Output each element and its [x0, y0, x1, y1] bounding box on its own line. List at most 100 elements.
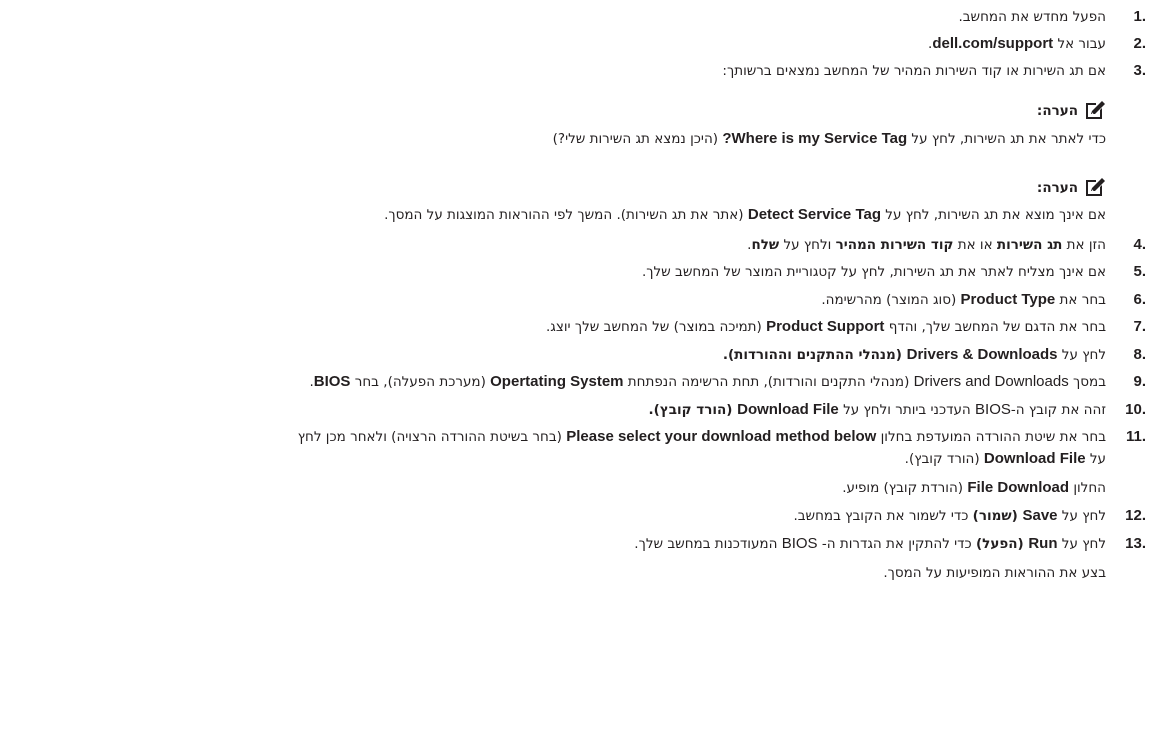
save-translation: (שמור) [972, 508, 1023, 524]
step-number: 10. [1125, 401, 1146, 418]
bios-term: BIOS [781, 535, 818, 552]
step-text-part: הזן את [1062, 237, 1106, 253]
step-2: 2. עבור אל dell.com/support. [928, 35, 1155, 53]
step-text: בחר את הדגם של המחשב שלך, והדף Product S… [546, 318, 1106, 336]
step-text-part: (תמיכה במוצר) של המחשב שלך יוצג. [546, 319, 767, 335]
step-text-part: (סוג המוצר) מהרשימה. [821, 292, 961, 308]
note-label: הערה: [1036, 179, 1078, 196]
step-text-part: כדי לשמור את הקובץ במחשב. [793, 508, 973, 524]
step-number: 13. [1125, 535, 1146, 552]
step-text: במסך Drivers and Downloads (מנהלי התקנים… [309, 373, 1106, 391]
step-5: 5. אם אינך מצליח לאתר את תג השירות, לחץ … [642, 263, 1155, 281]
note-text-part: (אתר את תג השירות). המשך לפי ההוראות המו… [384, 207, 748, 223]
pencil-note-icon [1084, 177, 1106, 198]
download-method-term: Please select your download method below [566, 428, 877, 445]
detect-service-tag-link[interactable]: Detect Service Tag [748, 206, 881, 223]
step-text-part: עבור אל [1053, 36, 1106, 52]
step-text-part: העדכני ביותר ולחץ על [838, 402, 976, 418]
step-3: 3. אם תג השירות או קוד השירות המהיר של ה… [722, 62, 1155, 80]
step-text: הזן את תג השירות או את קוד השירות המהיר … [747, 237, 1106, 254]
step-text-part: החלון [1069, 480, 1106, 496]
bios-term: BIOS [975, 401, 1011, 418]
step-number: 9. [1133, 373, 1146, 390]
step-number: 5. [1133, 263, 1146, 280]
step-number: 6. [1133, 291, 1146, 308]
bios-term: BIOS [313, 373, 351, 390]
step-1: 1. הפעל מחדש את המחשב. [958, 8, 1155, 26]
step-text-part: על [1085, 451, 1106, 467]
product-support-term: Product Support [766, 318, 885, 335]
step-text: הפעל מחדש את המחשב. [958, 9, 1106, 26]
drivers-and-downloads-term: Drivers and Downloads [913, 373, 1069, 390]
step-text-part: בחר את שיטת ההורדה המועדפת בחלון [876, 429, 1106, 445]
express-code-term: קוד השירות המהיר [835, 237, 954, 253]
step-number: 4. [1133, 236, 1146, 253]
run-translation: (הפעל) [975, 536, 1029, 552]
note-heading: הערה: [1037, 100, 1106, 121]
step-11-result: החלון File Download (הורדת קובץ) מופיע. [842, 479, 1106, 497]
step-text: בחר את שיטת ההורדה המועדפת בחלון Please … [298, 428, 1106, 446]
support-link[interactable]: dell.com/support [932, 35, 1053, 52]
step-text-part: ולחץ על [779, 237, 836, 253]
step-number: 8. [1133, 346, 1146, 363]
step-text: אם אינך מצליח לאתר את תג השירות, לחץ על … [642, 264, 1106, 281]
step-text: זהה את קובץ ה-BIOS העדכני ביותר ולחץ על … [649, 401, 1106, 419]
step-text-part: (מערכת הפעלה), בחר [350, 374, 491, 390]
service-tag-term: תג השירות [996, 237, 1063, 253]
step-text-part: (הורדת קובץ) מופיע. [842, 480, 968, 496]
step-number: 3. [1133, 62, 1146, 79]
note-body: כדי לאתר את תג השירות, לחץ על Where is m… [553, 130, 1106, 148]
download-file-term: Download File [983, 450, 1086, 467]
step-text-part: (בחר בשיטת ההורדה הרצויה) ולאחר מכן לחץ [297, 429, 567, 445]
note-text-part: כדי לאתר את תג השירות, לחץ על [907, 131, 1106, 147]
step-text-part: זהה את קובץ ה- [1010, 402, 1106, 418]
note-text-part: אם אינך מוצא את תג השירות, לחץ על [881, 207, 1106, 223]
step-number: 7. [1133, 318, 1146, 335]
step-text-part: בצע את ההוראות המופיעות על המסך. [883, 565, 1106, 581]
product-type-term: Product Type [960, 291, 1056, 308]
step-text-part: בחר את הדגם של המחשב שלך, והדף [884, 319, 1106, 335]
step-8: 8. לחץ על Drivers & Downloads (מנהלי ההת… [723, 346, 1155, 364]
step-4: 4. הזן את תג השירות או את קוד השירות המה… [747, 236, 1155, 254]
step-number: 11. [1125, 428, 1146, 445]
step-text-part: אם אינך מצליח לאתר את תג השירות, לחץ על … [641, 264, 1106, 280]
note-heading: הערה: [1037, 177, 1106, 198]
note-text-part: (היכן נמצא תג השירות שלי?) [552, 131, 723, 147]
step-text: לחץ על Drivers & Downloads (מנהלי ההתקני… [723, 346, 1106, 364]
download-file-translation: (הורד קובץ). [648, 402, 738, 418]
step-text-part: לחץ על [1057, 508, 1106, 524]
step-text-part: לחץ על [1057, 347, 1106, 363]
step-number: 2. [1133, 35, 1146, 52]
step-6: 6. בחר את Product Type (סוג המוצר) מהרשי… [821, 291, 1155, 309]
service-tag-link[interactable]: Where is my Service Tag? [722, 130, 907, 147]
step-10: 10. זהה את קובץ ה-BIOS העדכני ביותר ולחץ… [649, 401, 1155, 419]
step-text: אם תג השירות או קוד השירות המהיר של המחש… [722, 63, 1106, 80]
step-text: בחר את Product Type (סוג המוצר) מהרשימה. [821, 291, 1106, 309]
step-7: 7. בחר את הדגם של המחשב שלך, והדף Produc… [546, 318, 1155, 336]
download-file-term: Download File [737, 401, 839, 418]
step-text: עבור אל dell.com/support. [928, 35, 1106, 53]
step-13-continuation: בצע את ההוראות המופיעות על המסך. [883, 565, 1106, 582]
step-number: 1. [1133, 8, 1146, 25]
pencil-note-icon [1084, 100, 1106, 121]
document-page: 1. הפעל מחדש את המחשב. 2. עבור אל dell.c… [0, 0, 1155, 735]
step-text-part: או את [953, 237, 997, 253]
drivers-downloads-translation: (מנהלי ההתקנים וההורדות). [722, 347, 907, 363]
operating-system-term: Opertating System [490, 373, 624, 390]
run-term: Run [1028, 535, 1058, 552]
step-text-part: בחר את [1055, 292, 1106, 308]
step-13: 13. לחץ על Run (הפעל) כדי להתקין את הגדר… [634, 535, 1155, 553]
step-text-part: (מנהלי התקנים והורדות), תחת הרשימה הנפתח… [623, 374, 914, 390]
step-11-continuation: על Download File (הורד קובץ). [905, 450, 1106, 468]
step-11: 11. בחר את שיטת ההורדה המועדפת בחלון Ple… [298, 428, 1155, 446]
step-text: לחץ על Save (שמור) כדי לשמור את הקובץ במ… [793, 507, 1106, 525]
step-text-part: המעודכנות במחשב שלך. [634, 536, 782, 552]
step-text-part: כדי להתקין את הגדרות ה- [817, 536, 976, 552]
step-text-part: אם תג השירות או קוד השירות המהיר של המחש… [722, 63, 1106, 79]
step-number: 12. [1125, 507, 1146, 524]
note-body: אם אינך מוצא את תג השירות, לחץ על Detect… [384, 206, 1106, 224]
file-download-term: File Download [967, 479, 1070, 496]
step-12: 12. לחץ על Save (שמור) כדי לשמור את הקוב… [793, 507, 1155, 525]
step-text-part: הפעל מחדש את המחשב. [958, 9, 1106, 25]
note-label: הערה: [1036, 102, 1078, 119]
